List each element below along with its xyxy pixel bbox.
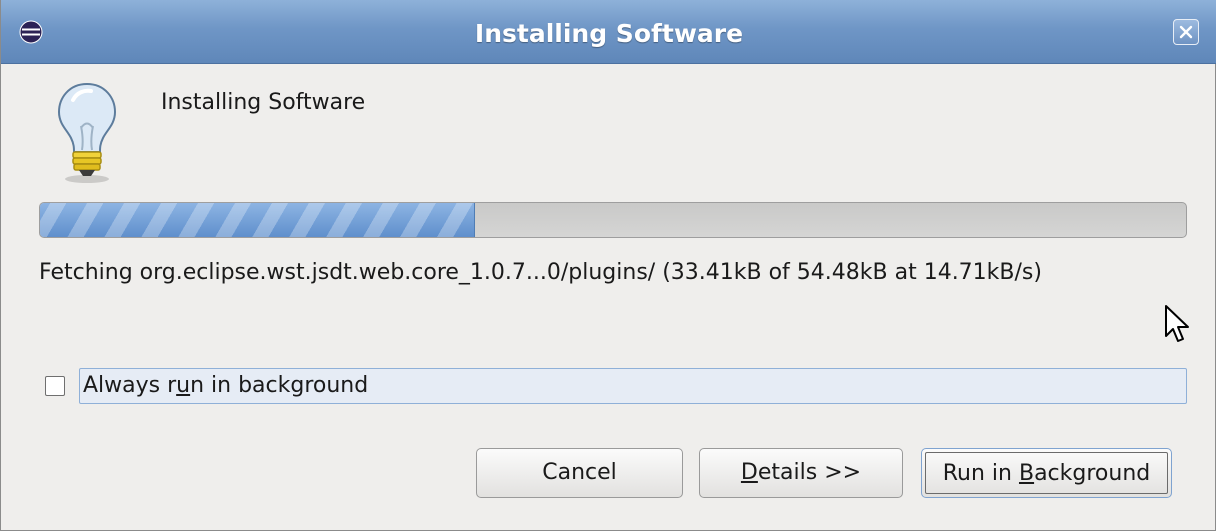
details-button[interactable]: Details >> [699, 448, 903, 498]
progress-fill [40, 203, 476, 237]
always-run-background-label[interactable]: Always run in background [83, 371, 368, 401]
dialog-heading: Installing Software [161, 90, 366, 115]
run-in-background-focus-ring: Run in Background [925, 452, 1168, 494]
window-title: Installing Software [474, 19, 744, 48]
progress-status-text: Fetching org.eclipse.wst.jsdt.web.core_1… [39, 260, 1042, 285]
title-bar[interactable]: Installing Software [1, 0, 1216, 64]
close-button[interactable] [1173, 19, 1199, 45]
lightbulb-icon [49, 78, 125, 186]
close-icon [1179, 25, 1193, 39]
always-run-background-checkbox[interactable] [45, 376, 65, 396]
progress-bar [39, 202, 1187, 238]
installing-software-dialog: Installing Software Installing Software … [0, 0, 1216, 531]
mouse-cursor-icon [1163, 304, 1193, 348]
run-in-background-button[interactable]: Run in Background [921, 448, 1172, 498]
cancel-button[interactable]: Cancel [476, 448, 683, 498]
